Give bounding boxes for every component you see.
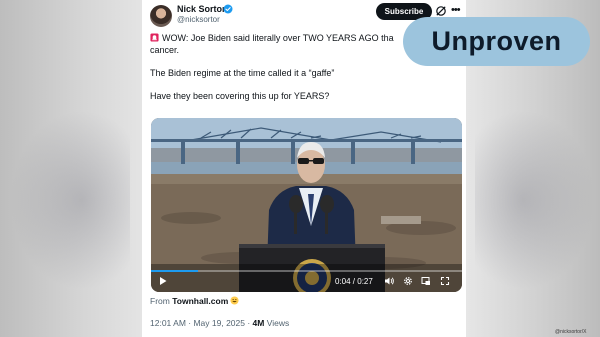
source-link[interactable]: Townhall.com (172, 296, 228, 306)
tweet-line-5 (150, 79, 456, 91)
tweet-timestamp[interactable]: 12:01 AM · May 19, 2025 · (150, 318, 250, 328)
grok-icon[interactable] (435, 5, 447, 17)
tweet-line-4: The Biden regime at the time called it a… (150, 67, 335, 78)
video-frame[interactable] (151, 118, 462, 292)
more-icon[interactable]: ••• (451, 5, 461, 16)
settings-icon[interactable] (403, 276, 413, 286)
video-time: 0:04 / 0:27 (335, 277, 373, 286)
volume-icon[interactable] (384, 276, 395, 286)
tweet-line-6: Have they been covering this up for YEAR… (150, 90, 330, 101)
video-controls: 0:04 / 0:27 (151, 272, 462, 292)
author-handle[interactable]: @nicksortor (177, 15, 220, 24)
grin-emoji (230, 296, 239, 305)
background-blur-right (475, 110, 595, 290)
pip-icon[interactable] (421, 276, 431, 286)
views-label: Views (266, 318, 290, 328)
siren-icon (150, 33, 159, 42)
verified-icon (223, 4, 233, 14)
fullscreen-icon[interactable] (440, 276, 450, 286)
author-name[interactable]: Nick Sortor (177, 4, 226, 14)
views-count: 4M (252, 318, 265, 328)
tweet-meta: 12:01 AM · May 19, 2025 · 4M Views (150, 318, 289, 328)
video-player[interactable]: 0:04 / 0:27 (151, 118, 462, 292)
background-blur-left (10, 110, 130, 290)
source-attribution: From Townhall.com (150, 296, 239, 306)
play-icon[interactable] (158, 276, 168, 286)
verdict-label: Unproven (403, 17, 590, 66)
avatar[interactable] (150, 5, 172, 27)
image-credit: @nicksortor/X (555, 329, 587, 335)
